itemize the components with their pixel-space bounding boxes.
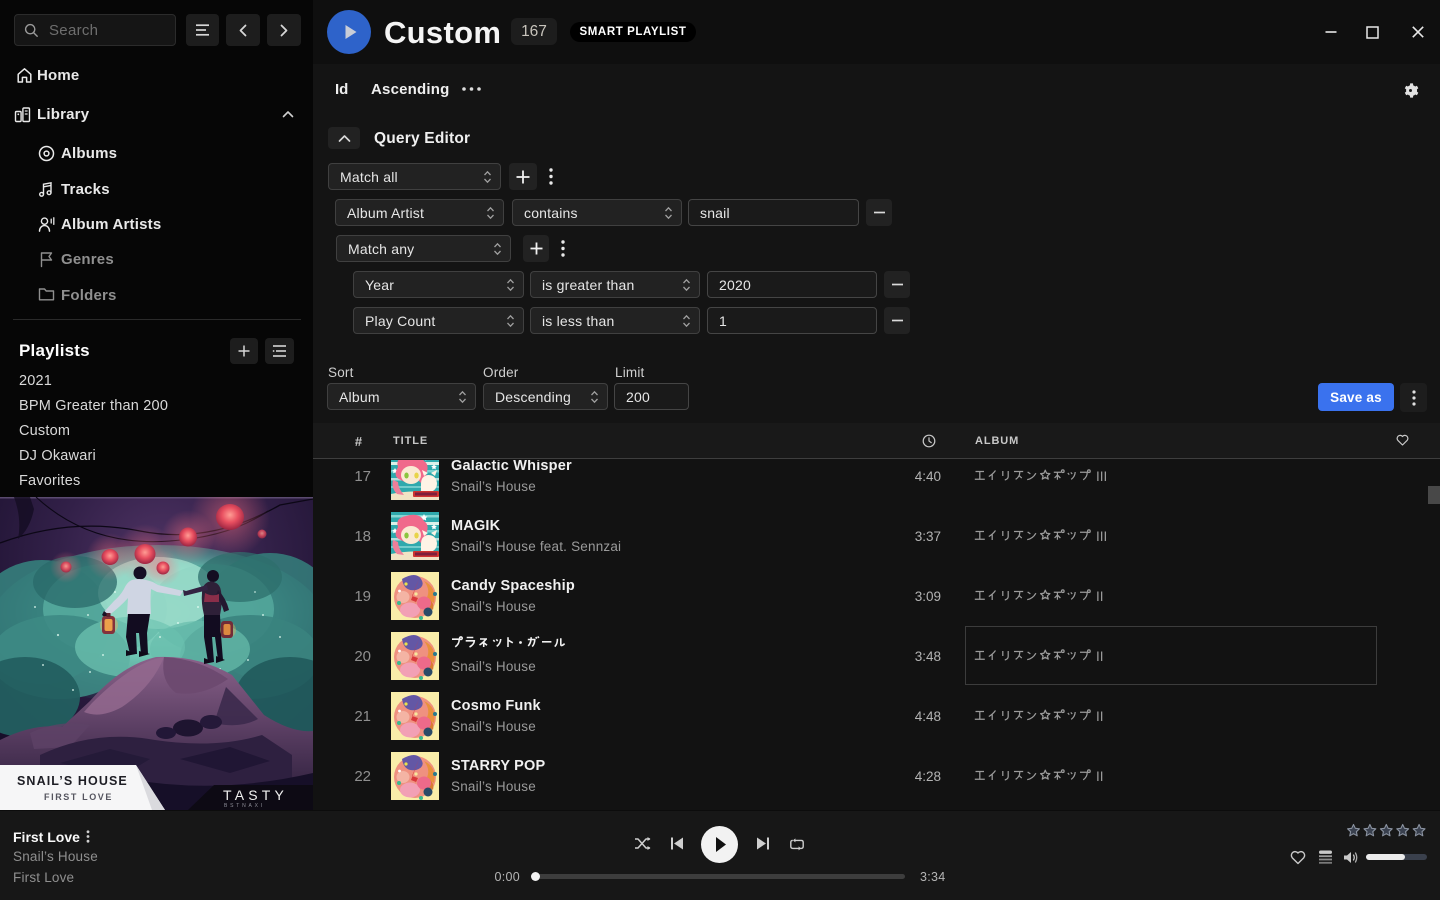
svg-text:FIRST LOVE: FIRST LOVE	[44, 792, 113, 802]
svg-text:SNAIL’S HOUSE: SNAIL’S HOUSE	[17, 774, 128, 788]
svg-text:TASTY: TASTY	[223, 787, 288, 803]
svg-text:BSTNAXI: BSTNAXI	[224, 803, 265, 809]
